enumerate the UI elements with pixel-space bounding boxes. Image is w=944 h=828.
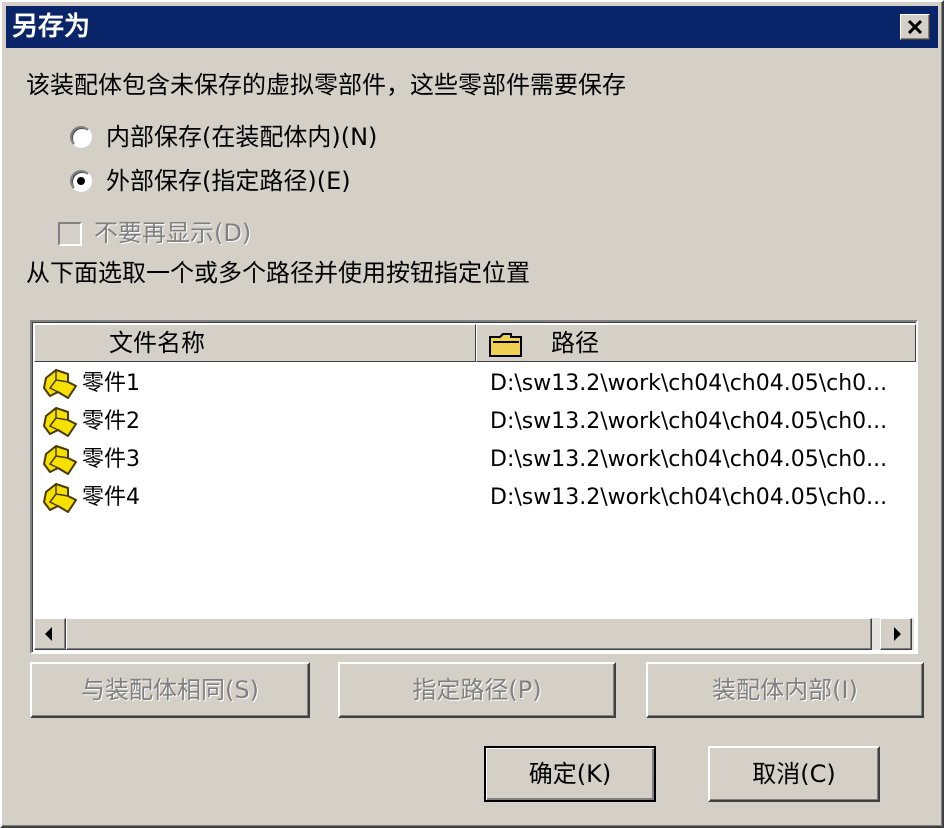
dont-show-again-checkbox[interactable] xyxy=(58,222,82,246)
close-icon xyxy=(908,20,922,34)
column-header-file-name[interactable]: 文件名称 xyxy=(34,324,476,362)
specify-path-button[interactable]: 指定路径(P) xyxy=(338,662,616,718)
scroll-right-button[interactable] xyxy=(880,618,912,650)
part-icon xyxy=(43,483,77,513)
message-text: 该装配体包含未保存的虚拟零部件，这些零部件需要保存 xyxy=(26,71,626,99)
radio-internal-save[interactable] xyxy=(70,126,92,148)
row-file-name: 零件3 xyxy=(82,447,140,472)
table-row[interactable]: 零件4 D:\sw13.2\work\ch04\ch04.05\ch0... xyxy=(40,480,910,516)
instruction-text: 从下面选取一个或多个路径并使用按钮指定位置 xyxy=(26,259,530,287)
row-file-name: 零件1 xyxy=(82,371,140,396)
folder-icon xyxy=(489,333,522,357)
table-row[interactable]: 零件3 D:\sw13.2\work\ch04\ch04.05\ch0... xyxy=(40,442,910,478)
part-icon xyxy=(43,369,77,399)
table-row[interactable]: 零件2 D:\sw13.2\work\ch04\ch04.05\ch0... xyxy=(40,404,910,440)
scrollbar-thumb[interactable] xyxy=(66,618,872,650)
column-header-path-label: 路径 xyxy=(551,329,599,357)
horizontal-scrollbar[interactable] xyxy=(34,618,914,650)
save-as-dialog: 另存为 该装配体包含未保存的虚拟零部件，这些零部件需要保存 内部保存(在装配体内… xyxy=(0,0,944,828)
cancel-button[interactable]: 取消(C) xyxy=(708,746,880,802)
inside-assembly-button[interactable]: 装配体内部(I) xyxy=(646,662,924,718)
ok-button[interactable]: 确定(K) xyxy=(484,746,656,802)
dont-show-again-label[interactable]: 不要再显示(D) xyxy=(94,218,251,248)
same-as-assembly-button[interactable]: 与装配体相同(S) xyxy=(30,662,310,718)
scroll-left-button[interactable] xyxy=(34,618,66,650)
title-bar[interactable]: 另存为 xyxy=(6,6,938,48)
radio-external-label[interactable]: 外部保存(指定路径)(E) xyxy=(106,166,351,196)
part-icon xyxy=(43,445,77,475)
radio-selected-dot xyxy=(77,177,85,185)
arrow-right-icon xyxy=(894,627,901,641)
row-file-name: 零件2 xyxy=(82,409,140,434)
component-path-list[interactable]: 文件名称 路径 零件1 D:\sw13.2\work\ch04\ch04.05\… xyxy=(30,320,918,654)
radio-external-save[interactable] xyxy=(70,170,92,192)
radio-internal-label[interactable]: 内部保存(在装配体内)(N) xyxy=(106,122,377,152)
table-row[interactable]: 零件1 D:\sw13.2\work\ch04\ch04.05\ch0... xyxy=(40,366,910,402)
arrow-left-icon xyxy=(45,627,52,641)
row-file-name: 零件4 xyxy=(82,485,140,510)
column-header-file-name-label: 文件名称 xyxy=(109,329,205,357)
dialog-title: 另存为 xyxy=(12,12,91,42)
part-icon xyxy=(43,407,77,437)
close-button[interactable] xyxy=(900,14,930,40)
column-header-path[interactable]: 路径 xyxy=(476,324,916,362)
row-path: D:\sw13.2\work\ch04\ch04.05\ch0... xyxy=(490,447,888,472)
row-path: D:\sw13.2\work\ch04\ch04.05\ch0... xyxy=(490,371,888,396)
row-path: D:\sw13.2\work\ch04\ch04.05\ch0... xyxy=(490,409,888,434)
row-path: D:\sw13.2\work\ch04\ch04.05\ch0... xyxy=(490,485,888,510)
